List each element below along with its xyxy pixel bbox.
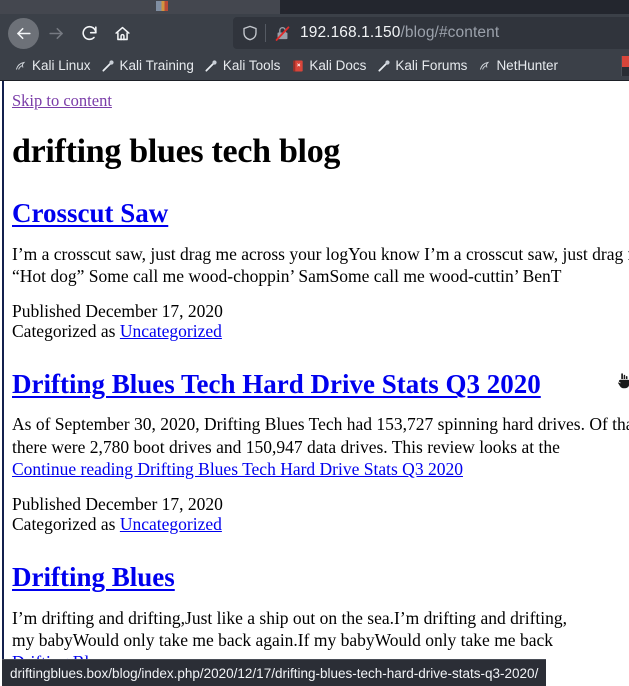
excerpt-line: I’m drifting and drifting,Just like a sh… [12, 607, 568, 628]
bookmark-label: Kali Docs [309, 58, 367, 74]
page-left-rail [2, 81, 4, 686]
home-button[interactable] [107, 18, 138, 49]
kali-docs-book-icon [290, 59, 305, 74]
categorized-as-label: Categorized as [12, 320, 120, 341]
page-viewport: Skip to content drifting blues tech blog… [0, 80, 629, 686]
kali-tool-icon [101, 59, 116, 74]
continue-reading-line: Continue reading Drifting Blues Tech Har… [12, 458, 629, 480]
shield-icon[interactable] [241, 24, 259, 42]
bookmark-kali-training[interactable]: Kali Training [96, 54, 199, 78]
post-category-line: Categorized as Uncategorized [12, 320, 629, 342]
home-icon [115, 26, 130, 40]
bookmark-kali-tools[interactable]: Kali Tools [199, 54, 286, 78]
excerpt-line: As of September 30, 2020, Drifting Blues… [12, 414, 629, 435]
link-target-url: driftingblues.box/blog/index.php/2020/12… [10, 665, 539, 681]
broken-padlock-icon[interactable] [274, 25, 291, 42]
kali-dragon-icon [13, 59, 28, 74]
url-host: 192.168.1.150 [300, 24, 401, 42]
bookmark-label: Kali Tools [222, 58, 281, 74]
post-meta: Published December 17, 2020 Categorized … [12, 495, 629, 534]
forward-arrow-icon [49, 27, 63, 39]
excerpt-line: I’m a crosscut saw, just drag me across … [12, 243, 629, 264]
page-content: Skip to content drifting blues tech blog… [12, 81, 629, 686]
reload-button[interactable] [74, 18, 105, 49]
bookmarks-toolbar: Kali Linux Kali Training Kali Tools Kali… [0, 52, 629, 80]
kali-dragon-icon [477, 59, 492, 74]
excerpt-line: my babyWould only take me back again.If … [12, 629, 553, 650]
post-category-line: Categorized as Uncategorized [12, 513, 629, 535]
post-excerpt: I’m a crosscut saw, just drag me across … [12, 243, 629, 287]
link-target-statusbar: driftingblues.box/blog/index.php/2020/12… [2, 659, 547, 686]
url-bar[interactable]: 192.168.1.150/blog/#content [233, 17, 629, 49]
bookmark-label: Kali Forums [395, 58, 468, 74]
post-published-date: Published December 17, 2020 [12, 301, 223, 322]
back-arrow-icon [17, 27, 31, 39]
skip-to-content-link[interactable]: Skip to content [12, 91, 112, 111]
post-category-link[interactable]: Uncategorized [120, 514, 222, 534]
tab-favicon-icon [156, 1, 168, 11]
post-item: Crosscut Saw I’m a crosscut saw, just dr… [12, 198, 629, 341]
post-meta: Published December 17, 2020 Categorized … [12, 301, 629, 342]
bookmark-kali-linux[interactable]: Kali Linux [8, 54, 96, 78]
browser-window: 192.168.1.150/blog/#content Kali Linux K… [0, 0, 629, 686]
post-excerpt: As of September 30, 2020, Drifting Blues… [12, 413, 629, 480]
post-published-date: Published December 17, 2020 [12, 494, 223, 515]
bookmark-label: Kali Training [119, 58, 194, 74]
url-path: /blog/#content [400, 24, 500, 42]
post-title-link[interactable]: Drifting Blues Tech Hard Drive Stats Q3 … [12, 369, 541, 399]
continue-reading-link[interactable]: Continue reading Drifting Blues Tech Har… [12, 459, 463, 479]
excerpt-line: there were 2,780 boot drives and 150,947… [12, 436, 560, 457]
post-title-link[interactable]: Drifting Blues [12, 562, 175, 592]
kali-tool-icon [376, 59, 391, 74]
tab-strip [0, 0, 629, 14]
url-bar-divider [265, 24, 266, 42]
kali-tool-icon [204, 59, 219, 74]
forward-button[interactable] [41, 18, 72, 49]
bookmark-kali-docs[interactable]: Kali Docs [285, 54, 371, 78]
excerpt-line: “Hot dog” Some call me wood-choppin’ Sam… [12, 265, 562, 286]
categorized-as-label: Categorized as [12, 513, 120, 534]
post-item: Drifting Blues Tech Hard Drive Stats Q3 … [12, 369, 629, 534]
post-title: Drifting Blues [12, 562, 629, 592]
bookmarks-overflow-icon[interactable] [621, 56, 629, 76]
post-category-link[interactable]: Uncategorized [120, 321, 222, 341]
bookmark-nethunter[interactable]: NetHunter [472, 54, 563, 78]
navigation-toolbar: 192.168.1.150/blog/#content [0, 14, 629, 52]
tab-strip-empty-area[interactable] [280, 0, 629, 14]
bookmark-label: Kali Linux [32, 58, 91, 74]
back-button[interactable] [8, 17, 39, 49]
bookmark-kali-forums[interactable]: Kali Forums [371, 54, 472, 78]
bookmark-label: NetHunter [496, 58, 558, 74]
post-title-link[interactable]: Crosscut Saw [12, 198, 168, 228]
post-title: Crosscut Saw [12, 198, 629, 228]
post-title: Drifting Blues Tech Hard Drive Stats Q3 … [12, 369, 629, 399]
page-title: drifting blues tech blog [12, 133, 341, 170]
reload-icon [82, 25, 97, 40]
url-text[interactable]: 192.168.1.150/blog/#content [300, 25, 499, 41]
